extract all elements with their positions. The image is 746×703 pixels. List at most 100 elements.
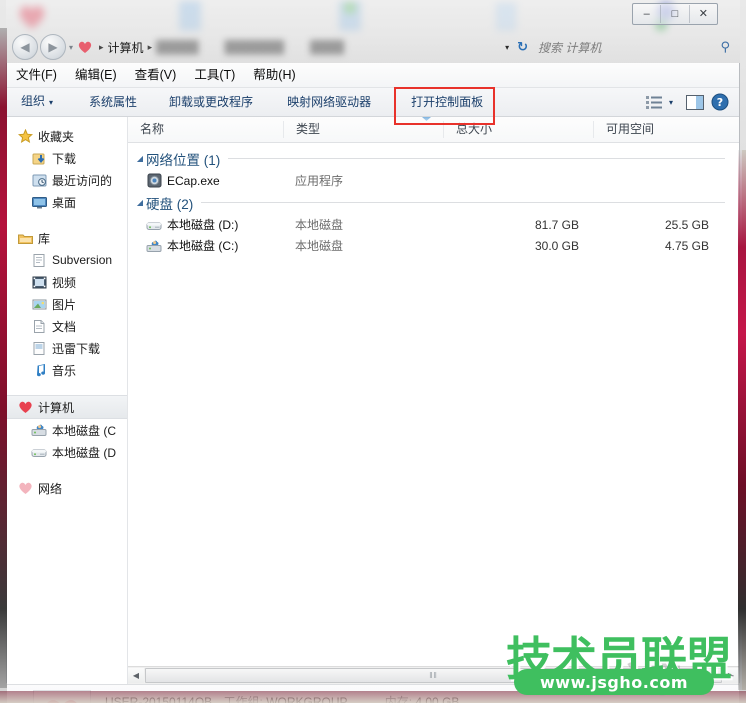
table-row[interactable]: ECap.exe 应用程序: [128, 170, 739, 191]
map-network-drive-button[interactable]: 映射网络驱动器: [276, 89, 382, 115]
document-icon: [31, 318, 47, 334]
search-placeholder: 搜索 计算机: [538, 40, 602, 55]
sidebar-item-local-disk-d[interactable]: 本地磁盘 (D: [7, 441, 127, 463]
window-controls: – □ ✕: [632, 3, 718, 25]
sidebar-item-desktop[interactable]: 桌面: [7, 191, 127, 213]
back-button[interactable]: ◀: [12, 34, 38, 60]
breadcrumb-item-2[interactable]: ███████: [225, 40, 285, 54]
menu-file[interactable]: 文件(F): [7, 63, 66, 87]
sidebar-item-recent-places[interactable]: 最近访问的: [7, 169, 127, 191]
sidebar-gap-3: [7, 463, 127, 477]
organize-button[interactable]: 组织 ▾: [7, 88, 64, 116]
sidebar-gap-2: [7, 381, 127, 395]
menu-help[interactable]: 帮助(H): [244, 63, 304, 87]
refresh-icon[interactable]: ↻: [517, 39, 528, 55]
minimize-button[interactable]: –: [633, 5, 660, 23]
maximize-button[interactable]: □: [660, 5, 688, 23]
view-dropdown-icon[interactable]: ▾: [669, 98, 673, 107]
window-bottom-edge: [0, 691, 746, 703]
group-header-network-location[interactable]: ◢ 网络位置 (1): [128, 147, 739, 170]
sidebar-item-videos-label: 视频: [52, 275, 77, 290]
application-icon: [146, 173, 162, 189]
address-dropdown-icon[interactable]: ▾: [505, 43, 509, 52]
command-toolbar: 组织 ▾ 系统属性 卸载或更改程序 映射网络驱动器 打开控制面板 ▾ ?: [7, 87, 739, 125]
scroll-right-arrow[interactable]: ▶: [723, 668, 739, 683]
drive-icon: [31, 444, 47, 460]
sidebar-group-favorites[interactable]: 收藏夹: [7, 125, 127, 147]
sidebar-item-local-disk-c-label: 本地磁盘 (C: [52, 423, 116, 438]
row-type-cell: 本地磁盘: [295, 239, 344, 253]
sidebar-item-computer[interactable]: 计算机: [7, 395, 127, 419]
menu-tools[interactable]: 工具(T): [185, 63, 244, 87]
sidebar-item-pictures-label: 图片: [52, 297, 77, 312]
sidebar-item-xunlei-downloads[interactable]: 迅雷下载: [7, 337, 127, 359]
sidebar-item-downloads-label: 下载: [52, 151, 77, 166]
system-properties-button[interactable]: 系统属性: [78, 89, 148, 115]
forward-button[interactable]: ▶: [40, 34, 66, 60]
breadcrumb-item-0[interactable]: 计算机: [108, 39, 144, 56]
column-header-free-space[interactable]: 可用空间: [593, 121, 723, 138]
scroll-thumb[interactable]: ‖‖: [145, 668, 722, 683]
sidebar-item-videos[interactable]: 视频: [7, 271, 127, 293]
sidebar-item-subversion[interactable]: Subversion: [7, 249, 127, 271]
sidebar-item-music[interactable]: 音乐: [7, 359, 127, 381]
group-title: 网络位置 (1): [146, 152, 221, 168]
window-left-edge: [0, 28, 7, 688]
sidebar-group-libraries-label: 库: [38, 231, 51, 246]
sidebar-item-local-disk-c[interactable]: 本地磁盘 (C: [7, 419, 127, 441]
row-name-label: ECap.exe: [167, 173, 220, 188]
row-name-label: 本地磁盘 (C:): [167, 239, 239, 253]
search-input[interactable]: 搜索 计算机 ⚲: [538, 37, 736, 58]
library-icon: [17, 230, 33, 246]
sidebar-item-computer-label: 计算机: [38, 400, 75, 415]
sidebar-item-recent-places-label: 最近访问的: [52, 173, 113, 188]
drive-icon: [146, 217, 162, 233]
row-total-size-cell: 30.0 GB: [534, 238, 579, 253]
breadcrumb[interactable]: ▸ 计算机 ▸ █████ ███████ ████: [77, 36, 505, 58]
downloads-icon: [31, 150, 47, 166]
close-button[interactable]: ✕: [688, 5, 717, 23]
breadcrumb-item-1[interactable]: █████: [156, 40, 199, 54]
menu-view[interactable]: 查看(V): [126, 63, 186, 87]
change-view-button[interactable]: [645, 94, 663, 110]
group-expander-icon[interactable]: ◢: [134, 198, 146, 207]
navigation-pane: 收藏夹 下载 最近访问的 桌面 库 Subversion 视频 图片 文档 迅雷…: [7, 117, 128, 684]
system-drive-icon: [146, 238, 162, 254]
column-header-name[interactable]: 名称: [128, 121, 283, 138]
row-name-cell: ECap.exe: [128, 173, 283, 189]
group-expander-icon[interactable]: ◢: [134, 154, 146, 163]
sidebar-group-favorites-label: 收藏夹: [38, 129, 75, 144]
search-icon: ⚲: [720, 39, 730, 54]
scroll-left-arrow[interactable]: ◀: [128, 668, 144, 683]
show-preview-pane-button[interactable]: [685, 94, 705, 111]
window-right-edge: [738, 150, 746, 690]
group-header-hard-disk[interactable]: ◢ 硬盘 (2): [128, 191, 739, 214]
help-button[interactable]: ?: [711, 93, 729, 111]
table-row[interactable]: 本地磁盘 (C:) 本地磁盘 30.0 GB 4.75 GB: [128, 235, 739, 256]
sidebar-item-pictures[interactable]: 图片: [7, 293, 127, 315]
sidebar-group-libraries[interactable]: 库: [7, 227, 127, 249]
menu-edit[interactable]: 编辑(E): [66, 63, 126, 87]
recent-places-icon: [31, 172, 47, 188]
computer-heart-icon: [17, 399, 33, 415]
picture-icon: [31, 296, 47, 312]
sidebar-item-network[interactable]: 网络: [7, 477, 127, 499]
sidebar-item-downloads[interactable]: 下载: [7, 147, 127, 169]
row-free-space-cell: 25.5 GB: [664, 217, 709, 232]
table-row[interactable]: 本地磁盘 (D:) 本地磁盘 81.7 GB 25.5 GB: [128, 214, 739, 235]
file-list-pane: 名称 类型 总大小 可用空间 ◢ 网络位置 (1) ECap.exe 应用程序 …: [128, 117, 739, 684]
horizontal-scrollbar[interactable]: ◀ ‖‖ ▶: [128, 666, 739, 684]
sidebar-item-network-label: 网络: [38, 481, 63, 496]
group-title: 硬盘 (2): [146, 196, 194, 212]
sidebar-item-documents-label: 文档: [52, 319, 77, 334]
sidebar-item-documents[interactable]: 文档: [7, 315, 127, 337]
organize-label: 组织: [21, 94, 46, 108]
video-icon: [31, 274, 47, 290]
breadcrumb-item-3[interactable]: ████: [310, 40, 344, 54]
uninstall-change-program-button[interactable]: 卸载或更改程序: [158, 89, 264, 115]
network-heart-icon: [17, 480, 33, 496]
document-icon: [31, 252, 47, 268]
row-name-cell: 本地磁盘 (D:): [128, 216, 283, 233]
row-name-cell: 本地磁盘 (C:): [128, 237, 283, 254]
history-dropdown-icon[interactable]: ▾: [69, 43, 73, 52]
